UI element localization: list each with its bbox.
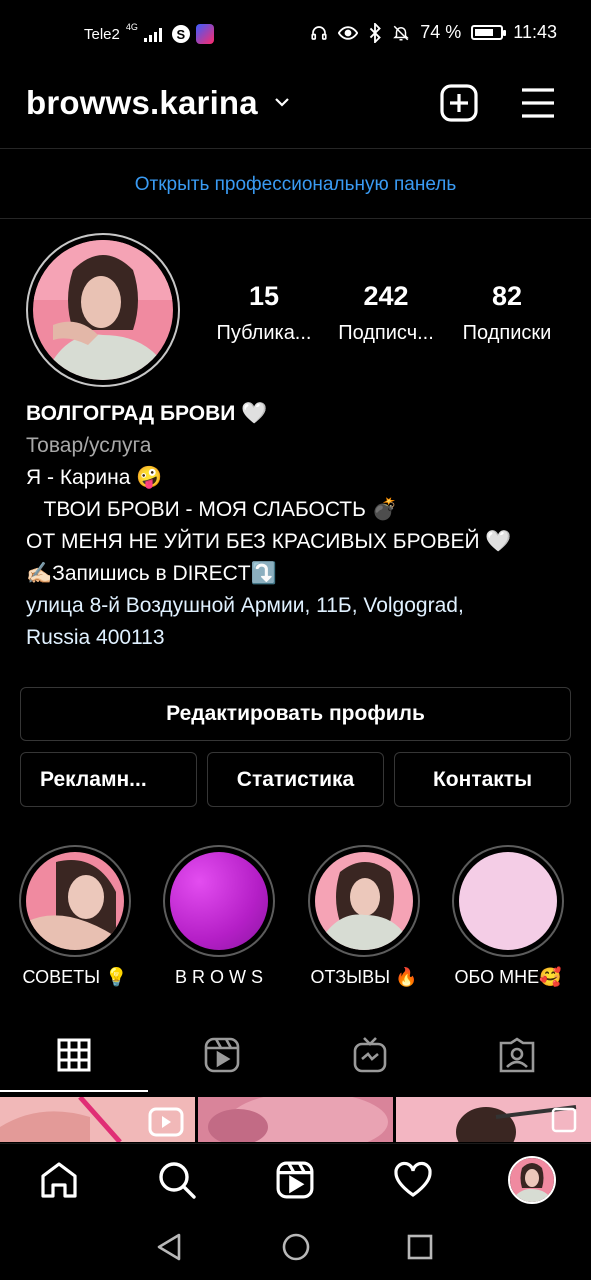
display-name: ВОЛГОГРАД БРОВИ 🤍	[26, 402, 268, 425]
address-link[interactable]: улица 8-й Воздушной Армии, 11Б, Volgogra…	[26, 590, 571, 622]
post-thumbnail[interactable]	[0, 1097, 195, 1142]
tab-tagged[interactable]	[443, 1018, 591, 1092]
category-label: Товар/услуга	[26, 434, 152, 457]
following-stat[interactable]: 82 Подписки	[447, 281, 567, 345]
bio-section: ВОЛГОГРАД БРОВИ 🤍 Товар/услуга Я - Карин…	[26, 398, 571, 654]
bio-line: Я - Карина 🤪	[26, 466, 163, 489]
contacts-button[interactable]: Контакты	[394, 752, 571, 807]
grid-icon	[57, 1038, 91, 1072]
username-title[interactable]: browws.karina	[26, 84, 258, 122]
insights-button[interactable]: Статистика	[207, 752, 384, 807]
active-tab-indicator	[0, 1090, 148, 1092]
status-left: Tele2 4G S	[84, 22, 214, 44]
following-count: 82	[491, 281, 523, 311]
tab-grid[interactable]	[0, 1018, 148, 1092]
highlight-cover	[315, 852, 413, 950]
system-navigation-bar	[0, 1215, 591, 1280]
recents-icon[interactable]	[407, 1234, 433, 1260]
chevron-down-icon[interactable]	[272, 92, 292, 112]
bottom-navigation	[0, 1143, 591, 1216]
back-icon[interactable]	[155, 1232, 183, 1262]
header-divider	[0, 148, 591, 149]
bio-line: ✍🏻Запишись в DIRECT⤵️	[26, 562, 277, 585]
headphones-icon	[311, 25, 327, 40]
highlight-item[interactable]: B R O W S	[162, 845, 276, 988]
status-right: 74 % 11:43	[310, 22, 557, 43]
menu-icon[interactable]	[520, 86, 556, 120]
profile-photo	[33, 240, 173, 380]
nav-activity[interactable]	[391, 1158, 435, 1202]
app-notification-icon	[195, 24, 214, 44]
followers-stat[interactable]: 242 Подписч...	[326, 281, 446, 345]
followers-label: Подписч...	[338, 322, 434, 344]
highlight-cover	[170, 852, 268, 950]
home-icon	[41, 1162, 77, 1198]
profile-avatar	[508, 1156, 556, 1204]
nav-home[interactable]	[37, 1158, 81, 1202]
battery-icon	[471, 25, 507, 40]
highlight-label: ОБО МНЕ🥰	[454, 967, 562, 987]
status-bar: Tele2 4G S 74 % 11:43	[0, 0, 591, 70]
tagged-icon	[499, 1037, 535, 1073]
carrier-label: Tele2	[84, 25, 120, 43]
reels-icon	[204, 1037, 240, 1073]
skype-icon: S	[171, 25, 190, 43]
highlight-item[interactable]: ОБО МНЕ🥰	[451, 845, 565, 988]
tab-reels[interactable]	[148, 1018, 296, 1092]
bluetooth-icon	[370, 22, 382, 43]
posts-stat[interactable]: 15 Публика...	[204, 281, 324, 345]
reels-icon	[276, 1161, 314, 1199]
battery-percent: 74 %	[420, 22, 462, 42]
igtv-icon	[353, 1037, 387, 1073]
highlight-item[interactable]: СОВЕТЫ 💡	[18, 845, 132, 988]
signal-icon	[143, 26, 162, 42]
edit-profile-button[interactable]: Редактировать профиль	[20, 687, 571, 741]
nav-search[interactable]	[155, 1158, 199, 1202]
posts-label: Публика...	[216, 322, 312, 344]
following-label: Подписки	[462, 322, 552, 344]
tab-igtv[interactable]	[296, 1018, 444, 1092]
mute-notifications-icon	[393, 25, 410, 40]
professional-dashboard-link[interactable]: Открыть профессиональную панель	[0, 174, 591, 196]
address-link[interactable]: Russia 400113	[26, 622, 571, 654]
highlight-label: СОВЕТЫ 💡	[22, 967, 128, 987]
highlight-cover	[26, 852, 124, 950]
home-circle-icon[interactable]	[281, 1232, 311, 1262]
heart-icon	[394, 1161, 432, 1197]
highlight-label: ОТЗЫВЫ 🔥	[310, 967, 418, 987]
highlight-label: B R O W S	[174, 967, 263, 987]
nav-reels[interactable]	[273, 1158, 317, 1202]
network-type: 4G	[125, 22, 138, 32]
post-thumbnail[interactable]	[396, 1097, 591, 1142]
highlight-item[interactable]: ОТЗЫВЫ 🔥	[307, 845, 421, 988]
bio-line: ОТ МЕНЯ НЕ УЙТИ БЕЗ КРАСИВЫХ БРОВЕЙ 🤍	[26, 530, 512, 553]
clock: 11:43	[513, 22, 557, 42]
eye-icon	[338, 25, 359, 40]
promotions-button[interactable]: Рекламн...	[20, 752, 197, 807]
post-thumbnail[interactable]	[198, 1097, 393, 1142]
bio-line: ТВОИ БРОВИ - МОЯ СЛАБОСТЬ 💣	[26, 498, 398, 521]
search-icon	[159, 1162, 196, 1199]
highlight-cover	[459, 852, 557, 950]
pro-panel-divider	[0, 218, 591, 219]
nav-profile[interactable]	[508, 1156, 556, 1204]
followers-count: 242	[363, 281, 409, 311]
profile-avatar[interactable]	[26, 233, 180, 387]
add-post-icon[interactable]	[440, 84, 478, 122]
posts-count: 15	[248, 281, 280, 311]
